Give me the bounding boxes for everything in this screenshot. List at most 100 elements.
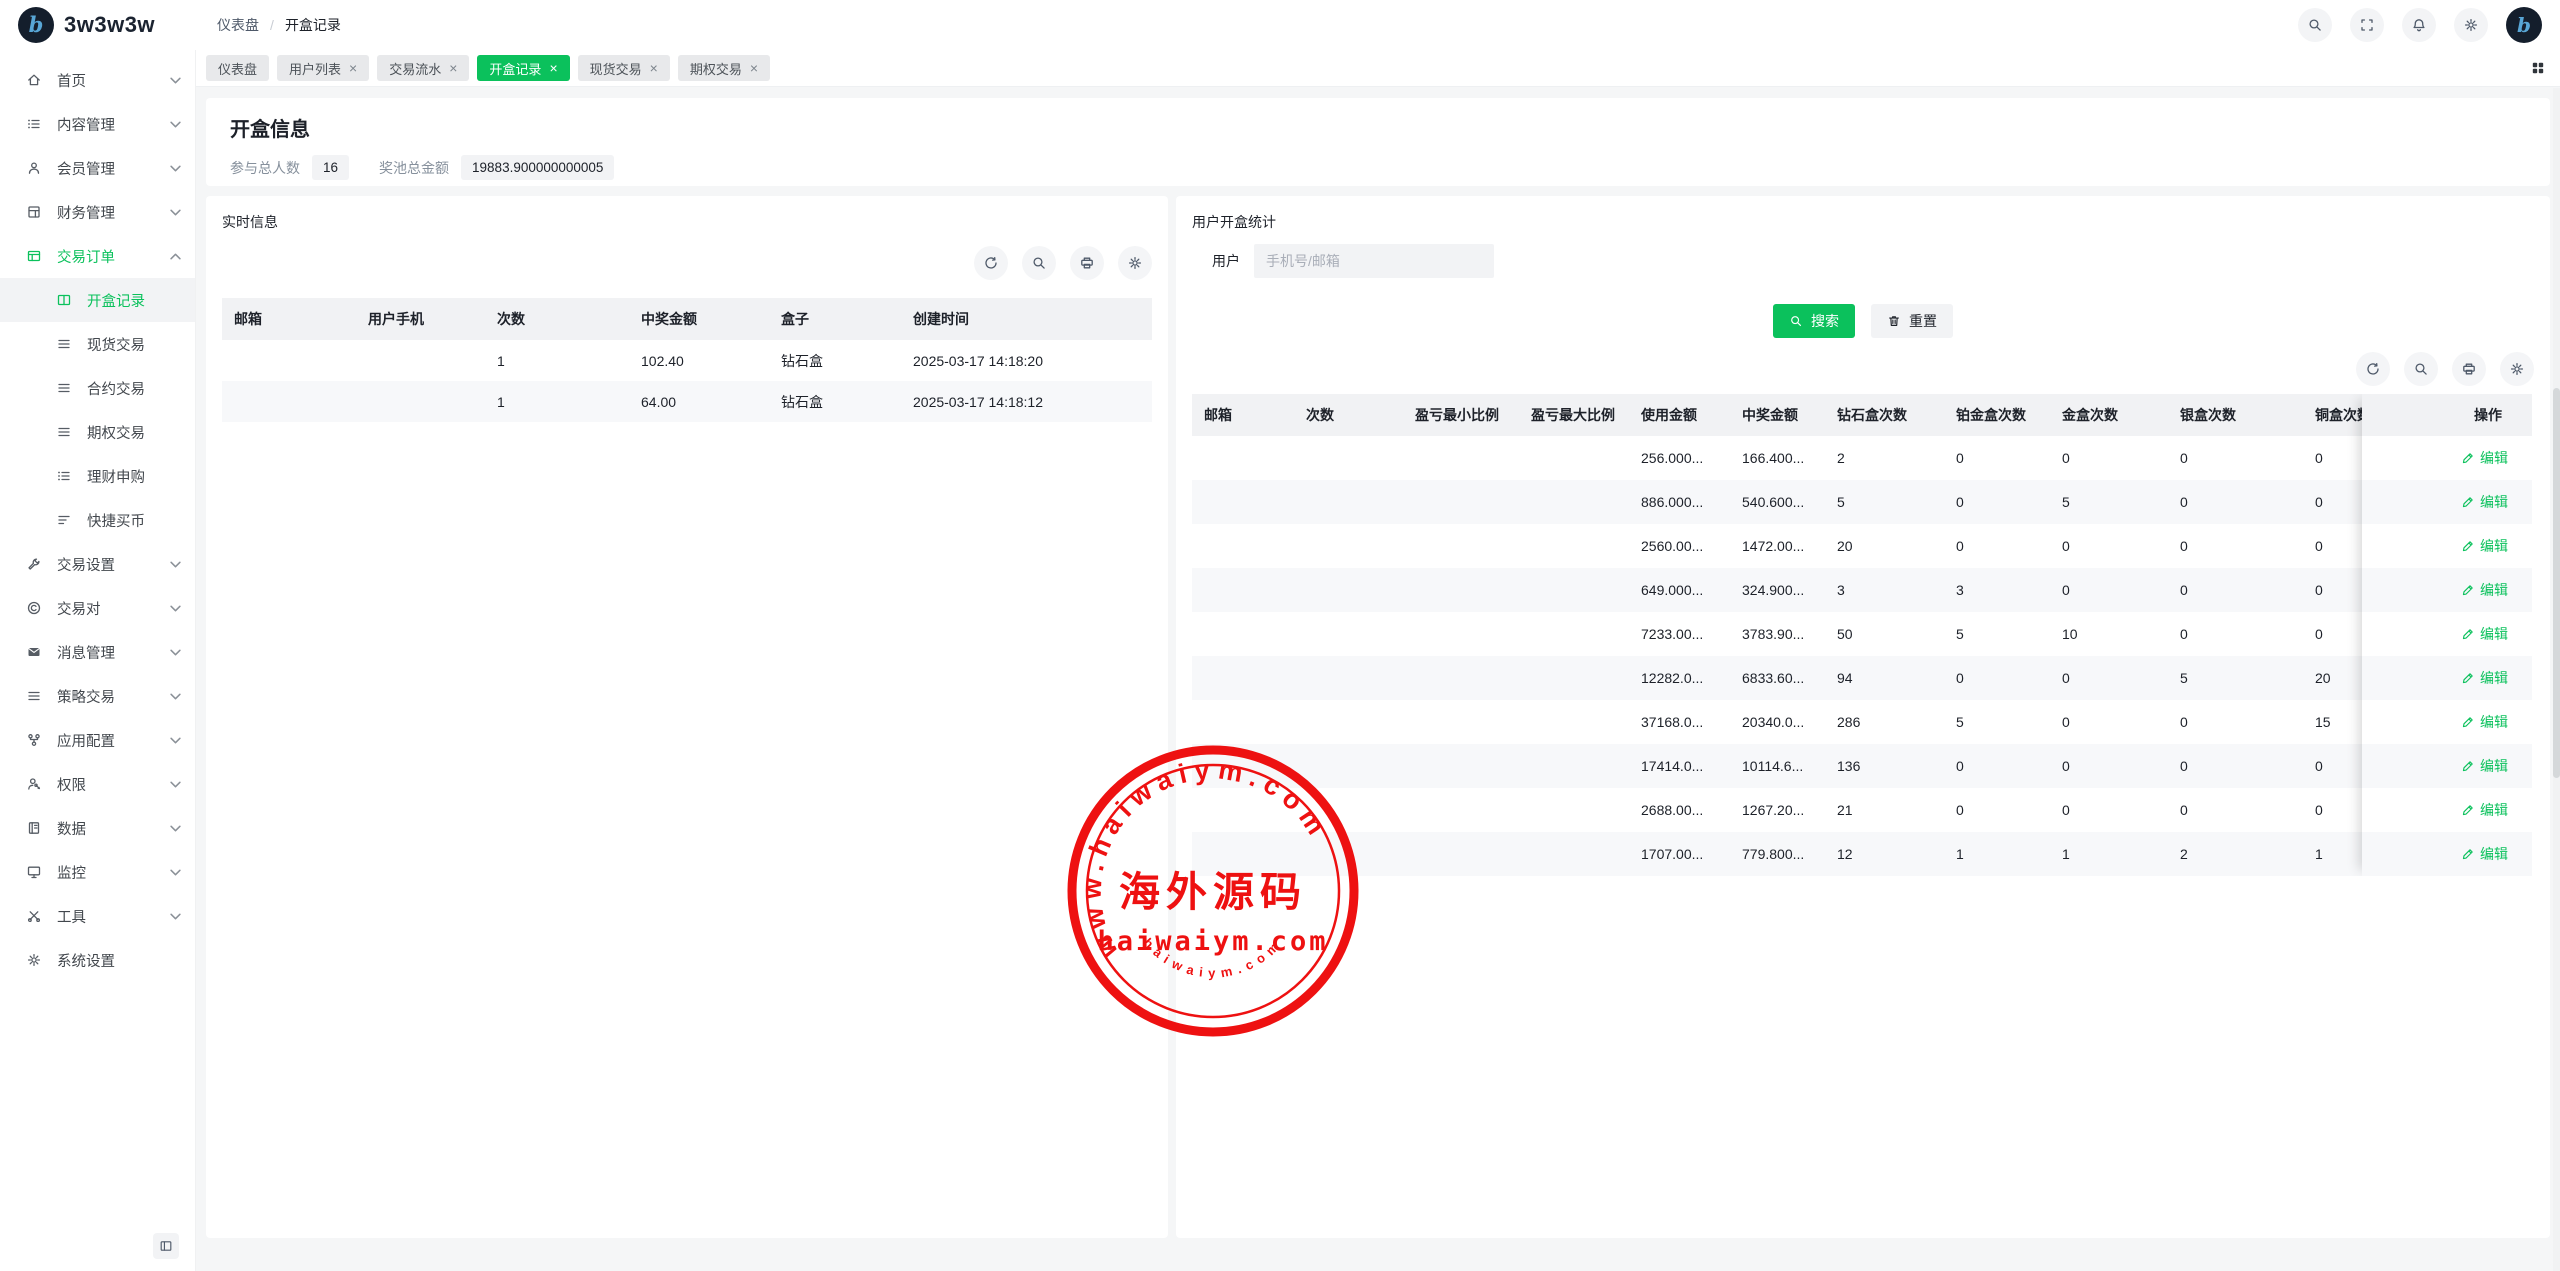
breadcrumb-parent[interactable]: 仪表盘 [217, 15, 259, 35]
edit-button[interactable]: 编辑 [2461, 756, 2508, 776]
table-cell [1294, 788, 1403, 832]
user-field-label: 用户 [1212, 251, 1240, 271]
sidebar-item-trade-settings[interactable]: 交易设置 [0, 542, 195, 586]
table-row[interactable]: 1 102.40 钻石盒 2025-03-17 14:18:20 [222, 340, 1152, 381]
sidebar-item-strategy[interactable]: 策略交易 [0, 674, 195, 718]
sidebar-item-trade-pairs[interactable]: 交易对 [0, 586, 195, 630]
sidebar-item-monitor[interactable]: 监控 [0, 850, 195, 894]
refresh-button[interactable] [2356, 352, 2390, 386]
search-button[interactable] [2404, 352, 2438, 386]
edit-button[interactable]: 编辑 [2461, 580, 2508, 600]
search-button[interactable] [2298, 8, 2332, 42]
sidebar-item-messages[interactable]: 消息管理 [0, 630, 195, 674]
lines-icon [56, 380, 72, 396]
column-settings-button[interactable] [2500, 352, 2534, 386]
table-row[interactable]: 1 64.00 钻石盒 2025-03-17 14:18:12 [222, 381, 1152, 422]
table-row[interactable]: 17414.0... 10114.6... 136 0 0 0 0 [1192, 744, 2532, 788]
tab-dashboard[interactable]: 仪表盘 [206, 55, 269, 81]
table-row[interactable]: 886.000... 540.600... 5 0 5 0 0 [1192, 480, 2532, 524]
close-icon[interactable]: × [750, 61, 758, 75]
sidebar-item-finance[interactable]: 财务管理 [0, 190, 195, 234]
sidebar-item-quick-buy[interactable]: 快捷买币 [0, 498, 195, 542]
search-button[interactable] [1022, 246, 1056, 280]
sidebar-item-home[interactable]: 首页 [0, 58, 195, 102]
row-actions: 编辑 [2362, 700, 2522, 744]
avatar[interactable]: b [2506, 7, 2542, 43]
tab-trade-flow[interactable]: 交易流水× [377, 55, 469, 81]
close-icon[interactable]: × [449, 61, 457, 75]
pencil-icon [2461, 847, 2475, 861]
table-cell: 10114.6... [1730, 744, 1825, 788]
table-row[interactable]: 649.000... 324.900... 3 3 0 0 0 [1192, 568, 2532, 612]
sidebar-item-system-settings[interactable]: 系统设置 [0, 938, 195, 982]
table-cell [1519, 612, 1629, 656]
table-cell: 5 [2168, 656, 2303, 700]
tab-box-records[interactable]: 开盒记录× [477, 55, 569, 81]
table-row[interactable]: 1707.00... 779.800... 12 1 1 2 1 [1192, 832, 2532, 876]
edit-button[interactable]: 编辑 [2461, 624, 2508, 644]
table-cell: 0 [2050, 744, 2168, 788]
column-settings-button[interactable] [1118, 246, 1152, 280]
table-row[interactable]: 2688.00... 1267.20... 21 0 0 0 0 [1192, 788, 2532, 832]
sidebar-item-content[interactable]: 内容管理 [0, 102, 195, 146]
table-cell [1403, 568, 1519, 612]
search-submit-button[interactable]: 搜索 [1773, 304, 1855, 338]
sidebar-item-contract-trade[interactable]: 合约交易 [0, 366, 195, 410]
close-icon[interactable]: × [650, 61, 658, 75]
notification-button[interactable] [2402, 8, 2436, 42]
gear-icon [1127, 255, 1143, 271]
sidebar-item-option-trade[interactable]: 期权交易 [0, 410, 195, 454]
settings-button[interactable] [2454, 8, 2488, 42]
table-row[interactable]: 37168.0... 20340.0... 286 5 0 0 15 [1192, 700, 2532, 744]
sidebar-item-tools[interactable]: 工具 [0, 894, 195, 938]
sidebar-item-label: 应用配置 [57, 730, 115, 751]
edit-button[interactable]: 编辑 [2461, 844, 2508, 864]
tab-bar: 仪表盘 用户列表× 交易流水× 开盒记录× 现货交易× 期权交易× [196, 50, 2560, 87]
user-stats-table-wrap: 邮箱 次数 盈亏最小比例 盈亏最大比例 使用金额 中奖金额 钻石盒次数 铂金盒次… [1192, 394, 2534, 876]
table-row[interactable]: 7233.00... 3783.90... 50 5 10 0 0 [1192, 612, 2532, 656]
tab-list-button[interactable] [2530, 60, 2546, 76]
edit-button[interactable]: 编辑 [2461, 448, 2508, 468]
scrollbar-thumb[interactable] [2553, 388, 2560, 778]
sidebar-item-box-records[interactable]: 开盒记录 [0, 278, 195, 322]
tab-user-list[interactable]: 用户列表× [277, 55, 369, 81]
table-cell: 0 [2168, 700, 2303, 744]
sidebar-item-data[interactable]: 数据 [0, 806, 195, 850]
edit-button[interactable]: 编辑 [2461, 668, 2508, 688]
sidebar-collapse-button[interactable] [153, 1233, 179, 1259]
edit-button[interactable]: 编辑 [2461, 800, 2508, 820]
sidebar-item-spot-trade[interactable]: 现货交易 [0, 322, 195, 366]
chevron-down-icon [170, 649, 181, 656]
row-actions: 编辑 [2362, 480, 2522, 524]
close-icon[interactable]: × [549, 61, 557, 75]
sidebar-item-app-config[interactable]: 应用配置 [0, 718, 195, 762]
close-icon[interactable]: × [349, 61, 357, 75]
sidebar-item-trade-orders[interactable]: 交易订单 [0, 234, 195, 278]
table-cell [1403, 612, 1519, 656]
sidebar-item-permissions[interactable]: 权限 [0, 762, 195, 806]
search-icon [2307, 17, 2323, 33]
reset-button[interactable]: 重置 [1871, 304, 1953, 338]
table-cell [1192, 700, 1294, 744]
edit-button[interactable]: 编辑 [2461, 536, 2508, 556]
fullscreen-button[interactable] [2350, 8, 2384, 42]
table-cell [1192, 436, 1294, 480]
table-row[interactable]: 256.000... 166.400... 2 0 0 0 0 [1192, 436, 2532, 480]
column-header: 盒子 [769, 298, 901, 340]
edit-button[interactable]: 编辑 [2461, 712, 2508, 732]
print-button[interactable] [1070, 246, 1104, 280]
table-cell: 1267.20... [1730, 788, 1825, 832]
page-scrollbar[interactable] [2553, 88, 2560, 1271]
print-button[interactable] [2452, 352, 2486, 386]
user-search-input[interactable] [1254, 244, 1494, 278]
sidebar-item-members[interactable]: 会员管理 [0, 146, 195, 190]
sidebar-item-wealth[interactable]: 理财申购 [0, 454, 195, 498]
table-row[interactable]: 12282.0... 6833.60... 94 0 0 5 20 [1192, 656, 2532, 700]
edit-button[interactable]: 编辑 [2461, 492, 2508, 512]
table-cell [1519, 832, 1629, 876]
table-row[interactable]: 2560.00... 1472.00... 20 0 0 0 0 [1192, 524, 2532, 568]
refresh-button[interactable] [974, 246, 1008, 280]
tab-spot-trade[interactable]: 现货交易× [578, 55, 670, 81]
table-cell: 324.900... [1730, 568, 1825, 612]
tab-option-trade[interactable]: 期权交易× [678, 55, 770, 81]
